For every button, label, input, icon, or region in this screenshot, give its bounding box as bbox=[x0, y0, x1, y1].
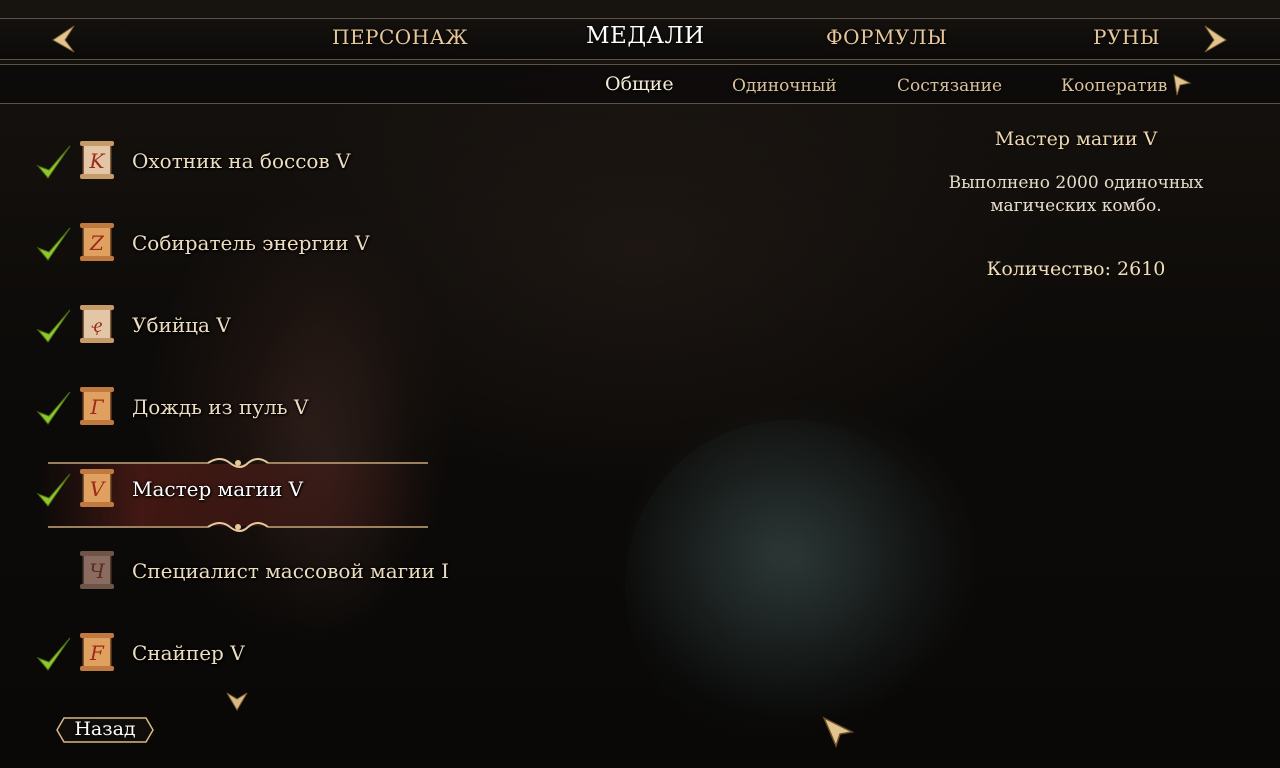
tab-medals[interactable]: МЕДАЛИ bbox=[586, 23, 705, 49]
subtab-single[interactable]: Одиночный bbox=[732, 76, 837, 96]
medal-detail-panel: Мастер магии V Выполнено 2000 одиночных … bbox=[900, 124, 1252, 280]
arrow-right-icon[interactable] bbox=[1203, 24, 1229, 54]
sub-tab-bar: Общие Одиночный Состязание Кооператив bbox=[0, 64, 1280, 104]
tab-formulas[interactable]: ФОРМУЛЫ bbox=[826, 25, 947, 49]
medal-label: Собиратель энергии V bbox=[132, 231, 370, 255]
arrow-left-icon[interactable] bbox=[50, 24, 76, 54]
subtab-general[interactable]: Общие bbox=[605, 73, 674, 95]
chevron-down-icon[interactable] bbox=[226, 690, 248, 712]
cursor-arrow-icon bbox=[822, 716, 854, 748]
medal-label: Снайпер V bbox=[132, 641, 245, 665]
subtab-coop[interactable]: Кооператив bbox=[1061, 76, 1167, 96]
scroll-glyph: ҿ bbox=[92, 313, 103, 337]
medal-item[interactable]: Г Дождь из пуль V bbox=[30, 380, 510, 440]
scroll-glyph: Г bbox=[89, 395, 104, 419]
checkmark-icon bbox=[36, 637, 71, 671]
medal-scroll-icon: K bbox=[80, 141, 114, 179]
medal-label: Дождь из пуль V bbox=[132, 395, 309, 419]
top-tab-bar: ПЕРСОНАЖ МЕДАЛИ ФОРМУЛЫ РУНЫ bbox=[0, 18, 1280, 60]
medal-label: Мастер магии V bbox=[132, 477, 304, 501]
medal-item[interactable]: Z Собиратель энергии V bbox=[30, 216, 510, 276]
checkmark-icon bbox=[36, 391, 71, 425]
medal-item[interactable]: F Снайпер V bbox=[30, 626, 510, 686]
scroll-glyph: K bbox=[89, 149, 106, 173]
tab-character[interactable]: ПЕРСОНАЖ bbox=[332, 25, 468, 49]
tab-runes[interactable]: РУНЫ bbox=[1093, 25, 1160, 49]
checkmark-icon bbox=[36, 227, 71, 261]
medal-label: Охотник на боссов V bbox=[132, 149, 351, 173]
detail-description: Выполнено 2000 одиночных магических комб… bbox=[948, 173, 1204, 216]
medal-item[interactable]: Ч Специалист массовой магии I bbox=[30, 544, 510, 604]
medal-scroll-icon: Z bbox=[80, 223, 114, 261]
medal-scroll-icon: Г bbox=[80, 387, 114, 425]
back-button[interactable]: Назад bbox=[56, 716, 154, 744]
detail-quantity: Количество: 2610 bbox=[986, 258, 1166, 280]
checkmark-icon bbox=[36, 145, 71, 179]
medal-item[interactable]: K Охотник на боссов V bbox=[30, 134, 510, 194]
arrow-right-icon[interactable] bbox=[1172, 74, 1192, 96]
scroll-glyph: F bbox=[89, 641, 105, 665]
scroll-glyph: V bbox=[90, 477, 107, 501]
medal-scroll-icon: V bbox=[80, 469, 114, 507]
scroll-glyph: Z bbox=[89, 231, 105, 255]
magic-orb-art bbox=[625, 420, 955, 750]
subtab-versus[interactable]: Состязание bbox=[897, 76, 1002, 96]
checkmark-icon bbox=[36, 309, 71, 343]
medal-label: Специалист массовой магии I bbox=[132, 559, 450, 583]
scroll-glyph: Ч bbox=[89, 559, 105, 583]
medal-label: Убийца V bbox=[132, 313, 231, 337]
medal-scroll-icon: Ч bbox=[80, 551, 114, 589]
detail-title: Мастер магии V bbox=[994, 128, 1158, 150]
back-button-label: Назад bbox=[74, 718, 136, 740]
medal-item-selected[interactable]: V Мастер магии V bbox=[30, 462, 510, 522]
medal-item[interactable]: ҿ Убийца V bbox=[30, 298, 510, 358]
checkmark-icon bbox=[36, 473, 71, 507]
medal-scroll-icon: ҿ bbox=[80, 305, 114, 343]
medal-scroll-icon: F bbox=[80, 633, 114, 671]
